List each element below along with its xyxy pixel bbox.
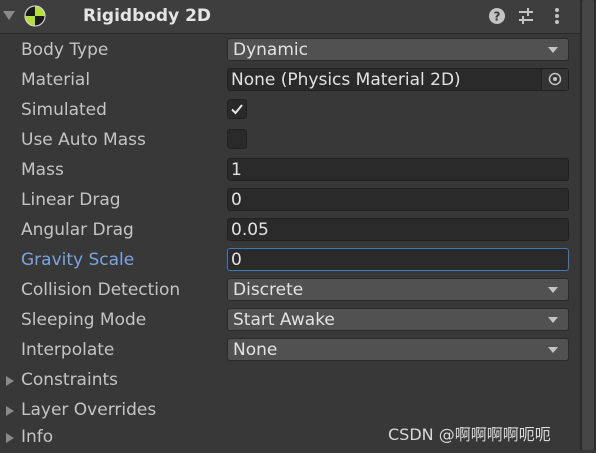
material-row: Material None (Physics Material 2D) bbox=[0, 66, 580, 96]
object-picker-icon bbox=[548, 72, 562, 86]
collision-detection-dropdown[interactable]: Discrete bbox=[227, 278, 569, 301]
watermark-text: CSDN @啊啊啊啊呃呃 bbox=[388, 425, 551, 444]
mass-row: Mass 1 bbox=[0, 156, 580, 186]
angular-drag-value: 0.05 bbox=[231, 220, 269, 240]
sleeping-mode-value: Start Awake bbox=[233, 310, 335, 330]
sleeping-mode-label: Sleeping Mode bbox=[21, 310, 147, 330]
component-header[interactable]: Rigidbody 2D ? bbox=[0, 0, 580, 34]
collision-detection-value: Discrete bbox=[233, 280, 304, 300]
caret-down-icon bbox=[548, 347, 558, 353]
caret-down-icon bbox=[548, 47, 558, 53]
use-auto-mass-checkbox[interactable] bbox=[227, 129, 247, 149]
preset-sliders-icon[interactable] bbox=[517, 7, 535, 25]
caret-down-icon bbox=[548, 317, 558, 323]
linear-drag-value: 0 bbox=[231, 190, 242, 210]
material-label: Material bbox=[21, 70, 91, 90]
expand-arrow-icon[interactable] bbox=[6, 376, 14, 386]
info-label: Info bbox=[21, 427, 54, 447]
interpolate-row: Interpolate None bbox=[0, 336, 580, 366]
linear-drag-row: Linear Drag 0 bbox=[0, 186, 580, 216]
material-value: None (Physics Material 2D) bbox=[231, 70, 461, 90]
body-type-label: Body Type bbox=[21, 40, 109, 60]
simulated-label: Simulated bbox=[21, 100, 107, 120]
linear-drag-label: Linear Drag bbox=[21, 190, 121, 210]
simulated-row: Simulated bbox=[0, 96, 580, 126]
component-title: Rigidbody 2D bbox=[83, 6, 212, 26]
interpolate-value: None bbox=[233, 340, 278, 360]
gravity-scale-label: Gravity Scale bbox=[21, 250, 135, 270]
linear-drag-input[interactable]: 0 bbox=[227, 188, 569, 211]
collapse-arrow-icon[interactable] bbox=[3, 11, 15, 20]
svg-text:?: ? bbox=[494, 10, 501, 24]
expand-arrow-icon[interactable] bbox=[6, 406, 14, 416]
help-icon[interactable]: ? bbox=[488, 7, 506, 25]
gravity-scale-input[interactable]: 0 bbox=[227, 248, 569, 271]
mass-value: 1 bbox=[231, 160, 242, 180]
use-auto-mass-row: Use Auto Mass bbox=[0, 126, 580, 156]
gravity-scale-value: 0 bbox=[231, 250, 242, 270]
mass-input[interactable]: 1 bbox=[227, 158, 569, 181]
body-type-row: Body Type Dynamic bbox=[0, 36, 580, 66]
collision-detection-label: Collision Detection bbox=[21, 280, 181, 300]
interpolate-dropdown[interactable]: None bbox=[227, 338, 569, 361]
layer-overrides-label: Layer Overrides bbox=[21, 400, 157, 420]
gravity-scale-row: Gravity Scale 0 bbox=[0, 246, 580, 276]
simulated-checkbox[interactable] bbox=[227, 99, 247, 119]
mass-label: Mass bbox=[21, 160, 64, 180]
collision-detection-row: Collision Detection Discrete bbox=[0, 276, 580, 306]
angular-drag-label: Angular Drag bbox=[21, 220, 134, 240]
body-type-dropdown[interactable]: Dynamic bbox=[227, 38, 569, 61]
sleeping-mode-dropdown[interactable]: Start Awake bbox=[227, 308, 569, 331]
constraints-foldout[interactable]: Constraints bbox=[0, 366, 580, 396]
caret-down-icon bbox=[548, 287, 558, 293]
angular-drag-row: Angular Drag 0.05 bbox=[0, 216, 580, 246]
material-object-field[interactable]: None (Physics Material 2D) bbox=[227, 68, 569, 91]
scrollbar-thumb[interactable] bbox=[582, 0, 594, 450]
angular-drag-input[interactable]: 0.05 bbox=[227, 218, 569, 241]
rigidbody-2d-icon bbox=[24, 5, 46, 27]
object-picker-button[interactable] bbox=[541, 69, 568, 90]
sleeping-mode-row: Sleeping Mode Start Awake bbox=[0, 306, 580, 336]
more-vertical-icon[interactable] bbox=[548, 7, 566, 25]
constraints-label: Constraints bbox=[21, 370, 118, 390]
checkmark-icon bbox=[231, 104, 243, 115]
interpolate-label: Interpolate bbox=[21, 340, 115, 360]
use-auto-mass-label: Use Auto Mass bbox=[21, 130, 146, 150]
body-type-value: Dynamic bbox=[233, 40, 308, 60]
expand-arrow-icon[interactable] bbox=[6, 433, 14, 443]
